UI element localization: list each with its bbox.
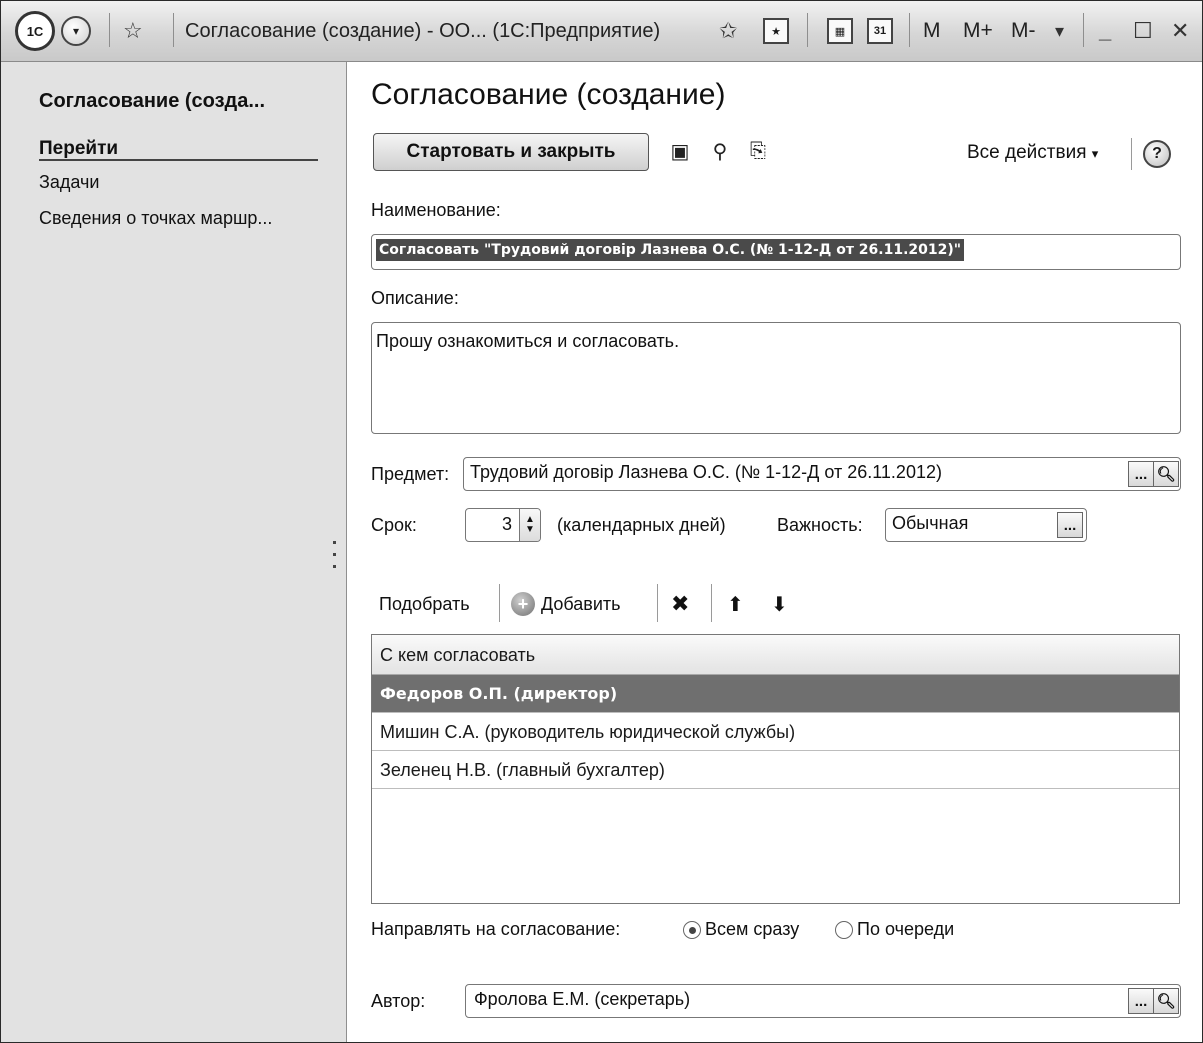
window-title: Согласование (создание) - ОО... (1С:Пред…: [185, 19, 661, 42]
add-circle-icon: +: [511, 592, 535, 616]
magnifier-icon: 🔍︎: [1156, 993, 1176, 1010]
approvers-table[interactable]: С кем согласовать Федоров О.П. (директор…: [371, 634, 1180, 904]
term-label: Срок:: [371, 515, 417, 535]
author-select-button[interactable]: ...: [1128, 988, 1154, 1014]
magnifier-icon: 🔍︎: [1156, 466, 1176, 483]
form-area: Согласование (создание) Стартовать и зак…: [347, 62, 1202, 1042]
importance-field[interactable]: Обычная ...: [885, 508, 1087, 542]
bookmark-icon: ★: [763, 18, 789, 44]
main-menu-button[interactable]: ▾: [61, 1, 91, 61]
calculator-icon: ▦: [827, 18, 853, 44]
term-field[interactable]: 3 ▲ ▼: [465, 508, 541, 542]
term-unit-label: (календарных дней): [557, 515, 726, 535]
subject-select-button[interactable]: ...: [1128, 461, 1154, 487]
chevron-down-icon: ▾: [1091, 146, 1099, 161]
term-spin-buttons[interactable]: ▲ ▼: [519, 509, 540, 541]
subject-field[interactable]: Трудовий договір Лазнева О.С. (№ 1-12-Д …: [463, 457, 1181, 491]
author-open-button[interactable]: 🔍︎: [1153, 988, 1179, 1014]
document-import-icon: ⎘: [750, 139, 766, 162]
spin-down-icon: ▼: [525, 524, 535, 535]
delete-button[interactable]: ✖: [671, 591, 690, 616]
memory-m-minus-button[interactable]: М-: [1011, 1, 1036, 61]
favorites-button[interactable]: ☆: [123, 1, 143, 61]
save-button[interactable]: ▣: [667, 138, 693, 164]
close-button[interactable]: ✕: [1171, 1, 1189, 61]
1c-logo-icon: 1С: [15, 11, 55, 51]
table-row[interactable]: Федоров О.П. (директор): [372, 675, 1179, 713]
name-field-value: Согласовать "Трудовий договір Лазнева О.…: [376, 239, 965, 261]
help-button[interactable]: ?: [1143, 140, 1171, 168]
add-to-favorites-button[interactable]: ✩: [719, 1, 737, 61]
author-label: Автор:: [371, 991, 426, 1011]
subject-open-button[interactable]: 🔍︎: [1153, 461, 1179, 487]
divider: [39, 159, 318, 161]
app-window: 1С ▾ ☆ Согласование (создание) - ОО... (…: [0, 0, 1203, 1043]
table-row[interactable]: Зеленец Н.В. (главный бухгалтер): [372, 751, 1179, 789]
navigation-heading: Перейти: [39, 138, 119, 159]
description-label: Описание:: [371, 288, 459, 308]
name-label: Наименование:: [371, 200, 501, 220]
memory-m-plus-button[interactable]: М+: [963, 1, 993, 61]
calculator-button[interactable]: ▦: [827, 1, 853, 61]
name-field[interactable]: Согласовать "Трудовий договір Лазнева О.…: [371, 234, 1181, 270]
importance-select-button[interactable]: ...: [1057, 512, 1083, 538]
arrow-up-icon: ⬆: [727, 593, 744, 616]
radio-empty-icon: [835, 921, 853, 940]
calendar-button[interactable]: 31: [867, 1, 893, 61]
arrow-down-icon: ⬇: [771, 593, 788, 616]
author-field[interactable]: Фролова Е.М. (секретарь) ... 🔍︎: [465, 984, 1181, 1018]
title-bar: 1С ▾ ☆ Согласование (создание) - ОО... (…: [1, 1, 1202, 62]
close-icon: ✕: [1171, 18, 1190, 43]
star-plus-icon: ✩: [719, 18, 738, 43]
all-actions-menu[interactable]: Все действия ▾: [967, 142, 1098, 164]
minimize-icon: _: [1099, 18, 1112, 43]
chevron-down-icon: ▾: [61, 16, 91, 46]
minimize-button[interactable]: _: [1099, 1, 1111, 61]
navigation-panel-title: Согласование (созда...: [39, 90, 266, 112]
description-field[interactable]: Прошу ознакомиться и согласовать.: [371, 322, 1181, 434]
routing-option-sequential[interactable]: По очереди: [835, 919, 954, 940]
start-and-close-button[interactable]: Стартовать и закрыть: [373, 133, 649, 171]
move-up-button[interactable]: ⬆: [727, 592, 744, 616]
chevron-down-icon: ▾: [1055, 20, 1065, 41]
route-tree-icon: ⚲: [712, 140, 728, 163]
maximize-icon: ☐: [1133, 18, 1153, 43]
nav-item-route-points[interactable]: Сведения о точках маршр...: [39, 208, 272, 229]
move-down-button[interactable]: ⬇: [771, 592, 788, 616]
bookmark-button[interactable]: ★: [763, 1, 789, 61]
table-row[interactable]: Мишин С.А. (руководитель юридической слу…: [372, 713, 1179, 751]
subject-label: Предмет:: [371, 464, 450, 484]
floppy-disk-icon: ▣: [670, 140, 690, 163]
app-logo-button[interactable]: 1С: [15, 1, 55, 61]
route-button[interactable]: ⚲: [707, 138, 733, 164]
routing-label: Направлять на согласование:: [371, 919, 621, 939]
nav-item-tasks[interactable]: Задачи: [39, 172, 99, 193]
pick-button[interactable]: Подобрать: [379, 592, 470, 616]
attach-file-button[interactable]: ⎘: [745, 138, 771, 164]
maximize-button[interactable]: ☐: [1133, 1, 1153, 61]
radio-selected-icon: [683, 921, 701, 940]
approvers-column-header[interactable]: С кем согласовать: [372, 635, 1179, 675]
add-button[interactable]: + Добавить: [511, 592, 621, 616]
splitter-handle[interactable]: [333, 532, 339, 577]
importance-label: Важность:: [777, 515, 863, 535]
star-outline-icon: ☆: [123, 18, 143, 43]
more-menu-button[interactable]: ▾: [1055, 1, 1064, 61]
delete-x-icon: ✖: [671, 591, 690, 616]
form-title: Согласование (создание): [371, 78, 726, 111]
calendar-icon: 31: [867, 18, 893, 44]
navigation-panel: Согласование (созда... Перейти Задачи Св…: [1, 62, 347, 1042]
memory-m-button[interactable]: М: [923, 1, 941, 61]
routing-option-all[interactable]: Всем сразу: [683, 919, 799, 940]
